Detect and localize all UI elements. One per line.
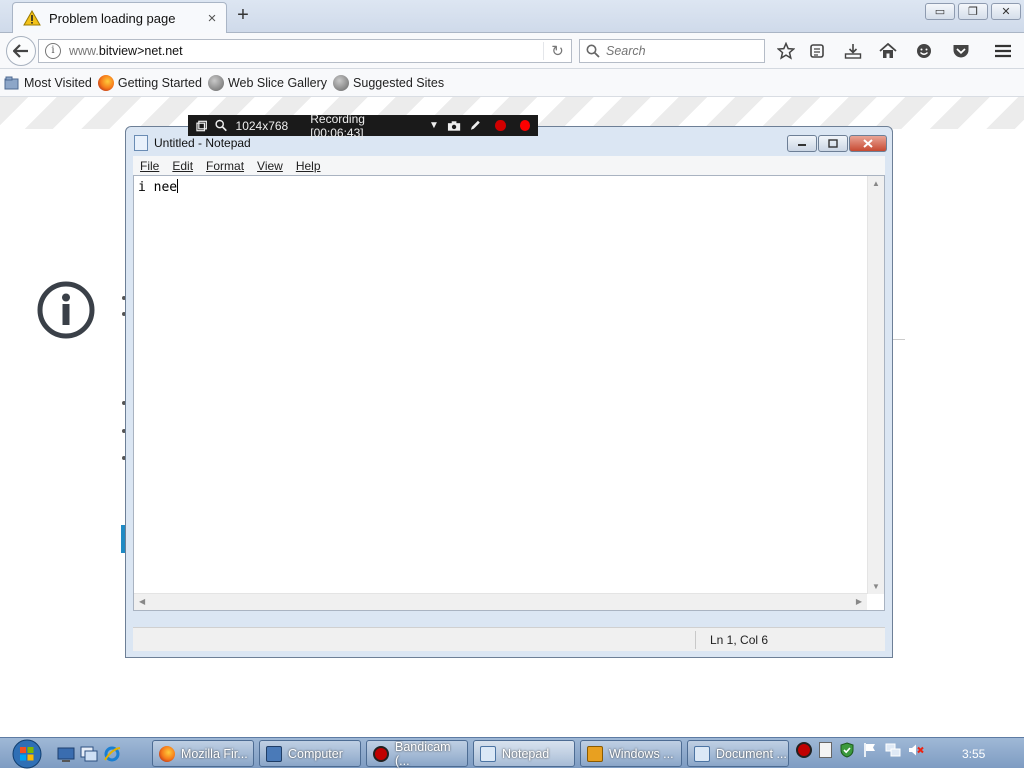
url-text[interactable]: www.bitview>net.net <box>69 44 543 58</box>
taskbar-notepad[interactable]: Notepad <box>473 740 575 767</box>
browser-tab[interactable]: Problem loading page × <box>12 2 227 33</box>
bookmark-getting-started[interactable]: Getting Started <box>97 74 202 91</box>
reload-icon[interactable]: ↻ <box>543 42 571 60</box>
bookmark-star-icon[interactable] <box>775 41 797 61</box>
taskbar-document[interactable]: Document ... <box>687 740 789 767</box>
notepad-maximize-button[interactable] <box>818 135 848 152</box>
notepad-titlebar[interactable]: Untitled - Notepad <box>134 133 251 153</box>
search-icon <box>586 44 600 58</box>
internet-explorer-icon[interactable] <box>103 745 121 763</box>
bookmark-most-visited[interactable]: Most Visited <box>4 75 92 91</box>
start-button[interactable] <box>8 738 46 769</box>
downloads-icon[interactable] <box>842 41 864 61</box>
bookmarks-toolbar: Most Visited Getting Started Web Slice G… <box>0 69 1024 97</box>
navigation-toolbar: i www.bitview>net.net ↻ <box>0 33 1024 69</box>
globe-icon <box>207 74 224 91</box>
info-circle-icon <box>37 281 95 339</box>
menu-view[interactable]: View <box>257 159 283 173</box>
zoom-icon[interactable] <box>215 119 228 132</box>
camera-icon[interactable] <box>447 120 461 132</box>
notepad-statusbar: Ln 1, Col 6 <box>133 627 885 651</box>
window-mode-icon[interactable] <box>196 120 207 132</box>
menu-hamburger-icon[interactable] <box>992 41 1014 61</box>
warning-icon <box>23 10 41 26</box>
document-tray-icon[interactable] <box>819 742 832 758</box>
volume-muted-icon[interactable] <box>908 742 924 758</box>
record-tray-icon[interactable] <box>796 742 812 758</box>
folder-icon <box>4 76 19 89</box>
cursor-position: Ln 1, Col 6 <box>710 633 769 647</box>
recording-resolution: 1024x768 <box>235 118 289 133</box>
action-center-flag-icon[interactable] <box>862 742 878 758</box>
firefox-icon <box>159 745 175 762</box>
taskbar: Mozilla Fir... Computer Bandicam (... No… <box>0 737 1024 768</box>
site-info-icon[interactable]: i <box>45 43 61 59</box>
network-icon[interactable] <box>885 742 901 758</box>
bookmark-suggested-sites[interactable]: Suggested Sites <box>333 74 444 91</box>
text-caret <box>177 179 179 193</box>
search-input[interactable] <box>606 44 756 58</box>
notepad-icon <box>480 745 496 762</box>
pause-record-icon[interactable] <box>495 120 506 131</box>
stop-record-icon[interactable] <box>519 120 530 131</box>
close-window-button[interactable]: ✕ <box>991 3 1021 20</box>
taskbar-clock[interactable]: 3:55 <box>962 747 985 761</box>
hello-smiley-icon[interactable] <box>913 41 935 61</box>
menu-help[interactable]: Help <box>296 159 321 173</box>
back-arrow-icon <box>13 44 28 58</box>
system-tray <box>796 742 931 758</box>
scroll-right-arrow[interactable]: ▶ <box>856 597 862 606</box>
new-tab-button[interactable]: + <box>232 5 254 27</box>
notepad-text[interactable]: i nee <box>138 179 179 195</box>
firefox-icon <box>97 74 114 91</box>
menu-format[interactable]: Format <box>206 159 244 173</box>
windows-logo-icon <box>12 739 42 768</box>
horizontal-scrollbar[interactable]: ◀ ▶ <box>134 593 867 610</box>
bookmark-web-slice-gallery[interactable]: Web Slice Gallery <box>207 74 327 91</box>
document-icon <box>694 745 710 762</box>
switch-windows-icon[interactable] <box>80 745 98 763</box>
recording-status: Recording [00:06:43] <box>310 111 365 140</box>
restore-button[interactable]: ❐ <box>958 3 988 20</box>
pencil-icon[interactable] <box>469 119 481 132</box>
dropdown-arrow-icon[interactable]: ▼ <box>429 120 439 131</box>
tab-close-button[interactable]: × <box>204 10 220 27</box>
url-bar[interactable]: i www.bitview>net.net ↻ <box>38 39 572 63</box>
notepad-title: Untitled - Notepad <box>154 136 251 150</box>
globe-icon <box>333 74 350 91</box>
notepad-window: Untitled - Notepad File Edit Format View… <box>125 126 893 658</box>
bandicam-icon <box>373 745 389 762</box>
notepad-menubar: File Edit Format View Help <box>133 156 885 175</box>
taskbar-firefox[interactable]: Mozilla Fir... <box>152 740 254 767</box>
scroll-down-arrow[interactable]: ▼ <box>872 582 880 591</box>
media-player-icon <box>587 745 603 762</box>
show-desktop-icon[interactable] <box>57 745 75 763</box>
notepad-minimize-button[interactable] <box>787 135 817 152</box>
security-shield-icon[interactable] <box>839 742 855 758</box>
scroll-up-arrow[interactable]: ▲ <box>872 179 880 188</box>
tab-title: Problem loading page <box>49 10 176 26</box>
back-button[interactable] <box>6 36 36 66</box>
taskbar-computer[interactable]: Computer <box>259 740 361 767</box>
pocket-icon[interactable] <box>950 41 972 61</box>
search-bar[interactable] <box>579 39 765 63</box>
recording-toolbar: 1024x768 Recording [00:06:43] ▼ <box>188 112 538 140</box>
notepad-text-area[interactable]: i nee ▲ ▼ ◀ ▶ <box>133 175 885 611</box>
notepad-icon <box>134 135 148 151</box>
vertical-scrollbar[interactable]: ▲ ▼ <box>867 176 884 594</box>
notepad-close-button[interactable] <box>849 135 887 152</box>
taskbar-windows-media[interactable]: Windows ... <box>580 740 682 767</box>
menu-file[interactable]: File <box>140 159 159 173</box>
minimize-button[interactable]: ▭ <box>925 3 955 20</box>
menu-edit[interactable]: Edit <box>172 159 193 173</box>
tab-strip: Problem loading page × + ▭ ❐ ✕ <box>0 0 1024 33</box>
page-divider <box>893 339 905 340</box>
scroll-left-arrow[interactable]: ◀ <box>139 597 145 606</box>
home-icon[interactable] <box>877 41 899 61</box>
reading-list-icon[interactable] <box>806 41 828 61</box>
computer-icon <box>266 745 282 762</box>
taskbar-bandicam[interactable]: Bandicam (... <box>366 740 468 768</box>
status-separator <box>695 631 696 649</box>
